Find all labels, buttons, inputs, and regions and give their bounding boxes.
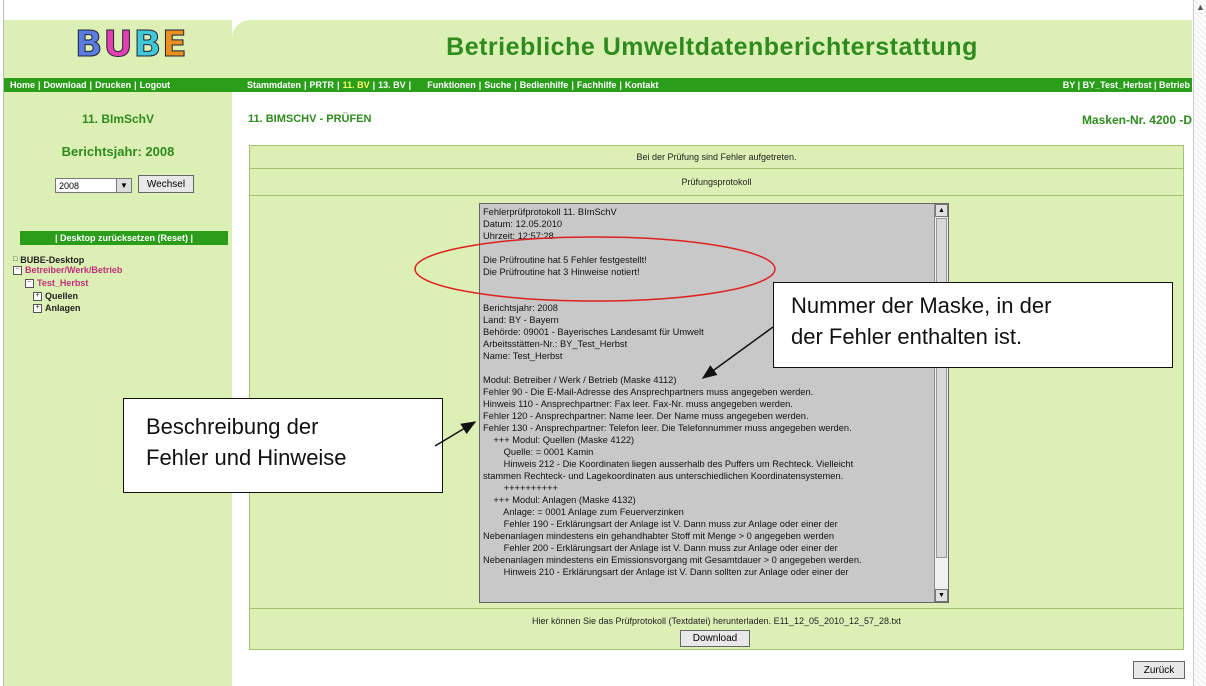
logo-letter: E — [162, 24, 188, 66]
nav-drucken[interactable]: Drucken — [95, 80, 131, 90]
tree-item-label: Anlagen — [45, 303, 81, 313]
protocol-line — [483, 242, 935, 254]
protocol-line: Quelle: = 0001 Kamin — [483, 447, 594, 457]
nav-download[interactable]: Download — [44, 80, 87, 90]
page-title: 11. BIMSCHV - PRÜFEN — [248, 113, 372, 125]
protocol-line: Modul: Betreiber / Werk / Betrieb (Maske… — [483, 375, 677, 385]
back-button[interactable]: Zurück — [1133, 661, 1185, 679]
tree-item-bube-desktop[interactable]: □ BUBE-Desktop — [13, 255, 84, 265]
callout-line: Fehler und Hinweise — [146, 445, 347, 470]
app-title: Betriebliche Umweltdatenberichterstattun… — [446, 33, 978, 61]
tree-item-quellen[interactable]: + Quellen — [33, 291, 79, 302]
scroll-up-icon[interactable]: ▲ — [935, 204, 948, 217]
protocol-line: Nebenanlagen mindestens ein gehandhabter… — [483, 531, 835, 541]
protocol-line: +++ Modul: Quellen (Maske 4122) — [483, 435, 635, 445]
desktop-reset-button[interactable]: | Desktop zurücksetzen (Reset) | — [20, 231, 228, 245]
nav-bedienhilfe[interactable]: Bedienhilfe — [520, 80, 569, 90]
nav-funktionen[interactable]: Funktionen — [427, 80, 476, 90]
nav-stammdaten[interactable]: Stammdaten — [247, 80, 301, 90]
collapse-icon[interactable]: − — [13, 266, 22, 276]
protocol-line: Uhrzeit: 12:57:28 — [483, 231, 554, 241]
protocol-line: Fehler 190 - Erklärungsart der Anlage is… — [483, 519, 838, 529]
callout-description: Beschreibung der Fehler und Hinweise — [123, 398, 443, 493]
scroll-up-icon[interactable]: ▲ — [1196, 2, 1205, 12]
tree-item-label: Betreiber/Werk/Betrieb — [25, 265, 123, 275]
nav-fachhilfe[interactable]: Fachhilfe — [577, 80, 617, 90]
protocol-line: Die Prüfroutine hat 3 Hinweise notiert! — [483, 267, 640, 277]
protocol-line: Anlage: = 0001 Anlage zum Feuerverzinken — [483, 507, 684, 517]
year-select[interactable]: 2008 ▼ — [55, 178, 132, 193]
protocol-line: Hinweis 210 - Erklärungsart der Anlage i… — [483, 567, 849, 577]
tree-item-betreiber[interactable]: − Betreiber/Werk/Betrieb — [13, 265, 123, 276]
wechsel-button[interactable]: Wechsel — [138, 175, 194, 193]
protocol-line: ++++++++++ — [483, 483, 558, 493]
tree-node-icon: □ — [13, 256, 18, 264]
chevron-down-icon[interactable]: ▼ — [116, 179, 131, 192]
tree-item-label: Quellen — [45, 291, 79, 301]
logo-letter: B — [74, 24, 104, 66]
collapse-icon[interactable]: − — [25, 279, 34, 289]
scroll-thumb[interactable] — [936, 218, 947, 558]
error-message: Bei der Prüfung sind Fehler aufgetreten. — [250, 146, 1183, 169]
reporting-year-label: Berichtsjahr: 2008 — [61, 144, 175, 159]
scroll-down-icon[interactable]: ▼ — [935, 589, 948, 602]
protocol-line: Fehler 90 - Die E-Mail-Adresse des Anspr… — [483, 387, 814, 397]
protocol-line: +++ Modul: Anlagen (Maske 4132) — [483, 495, 636, 505]
callout-line: Nummer der Maske, in der — [791, 293, 1052, 318]
callout-mask-number: Nummer der Maske, in der der Fehler enth… — [773, 282, 1173, 368]
tree-item-anlagen[interactable]: + Anlagen — [33, 303, 81, 314]
protocol-line: stammen Rechteck- und Lagekoordinaten au… — [483, 471, 844, 481]
callout-line: Beschreibung der — [146, 414, 319, 439]
expand-icon[interactable]: + — [33, 292, 42, 302]
expand-icon[interactable]: + — [33, 304, 42, 314]
nav-13bv[interactable]: 13. BV — [378, 80, 406, 90]
protocol-line: Hinweis 212 - Die Koordinaten liegen aus… — [483, 459, 854, 469]
nav-logout[interactable]: Logout — [140, 80, 171, 90]
sidebar-title: 11. BImSchV — [81, 112, 155, 126]
protocol-line: Fehler 200 - Erklärungsart der Anlage is… — [483, 543, 838, 553]
protocol-line: Fehlerprüfprotokoll 11. BImSchV — [483, 207, 617, 217]
nav-user-info: BY | BY_Test_Herbst | Betrieb — [1062, 80, 1190, 90]
nav-home[interactable]: Home — [10, 80, 35, 90]
nav-11bv[interactable]: 11. BV — [343, 80, 370, 90]
protocol-line: Hinweis 110 - Ansprechpartner: Fax leer.… — [483, 399, 793, 409]
protocol-heading: Prüfungsprotokoll — [250, 169, 1183, 196]
nav-kontakt[interactable]: Kontakt — [625, 80, 659, 90]
logo-letter: U — [103, 24, 134, 66]
download-hint: Hier können Sie das Prüfprotokoll (Textd… — [531, 616, 902, 626]
tree-item-label: BUBE-Desktop — [20, 255, 85, 265]
year-select-value: 2008 — [59, 181, 80, 191]
protocol-textarea[interactable]: Fehlerprüfprotokoll 11. BImSchV Datum: 12… — [479, 203, 949, 603]
nav-suche[interactable]: Suche — [484, 80, 511, 90]
logo-letter: B — [133, 24, 163, 66]
protocol-scrollbar[interactable]: ▲ ▼ — [934, 204, 948, 602]
protocol-text: Fehlerprüfprotokoll 11. BImSchV Datum: 12… — [483, 206, 935, 578]
tree-item-label: Test_Herbst — [37, 278, 89, 288]
top-nav-bar: Home | Download | Drucken | Logout Stammdaten |… — [4, 78, 1192, 92]
callout-line: der Fehler enthalten ist. — [791, 324, 1023, 349]
protocol-line: Nebenanlagen mindestens ein Emissionsvor… — [483, 555, 862, 565]
window-scrollbar[interactable]: ▲ — [1193, 0, 1206, 686]
protocol-line: Datum: 12.05.2010 — [483, 219, 563, 229]
protocol-line: Die Prüfroutine hat 5 Fehler festgestell… — [483, 255, 647, 265]
bube-logo: BUBE — [74, 24, 188, 66]
mask-number: Masken-Nr. 4200 -D — [1081, 113, 1192, 127]
nav-prtr[interactable]: PRTR — [310, 80, 335, 90]
tree-item-test-herbst[interactable]: − Test_Herbst — [25, 278, 89, 289]
protocol-line: Fehler 130 - Ansprechpartner: Telefon le… — [483, 423, 852, 433]
protocol-line: Fehler 120 - Ansprechpartner: Name leer.… — [483, 411, 809, 421]
download-button[interactable]: Download — [680, 630, 750, 647]
